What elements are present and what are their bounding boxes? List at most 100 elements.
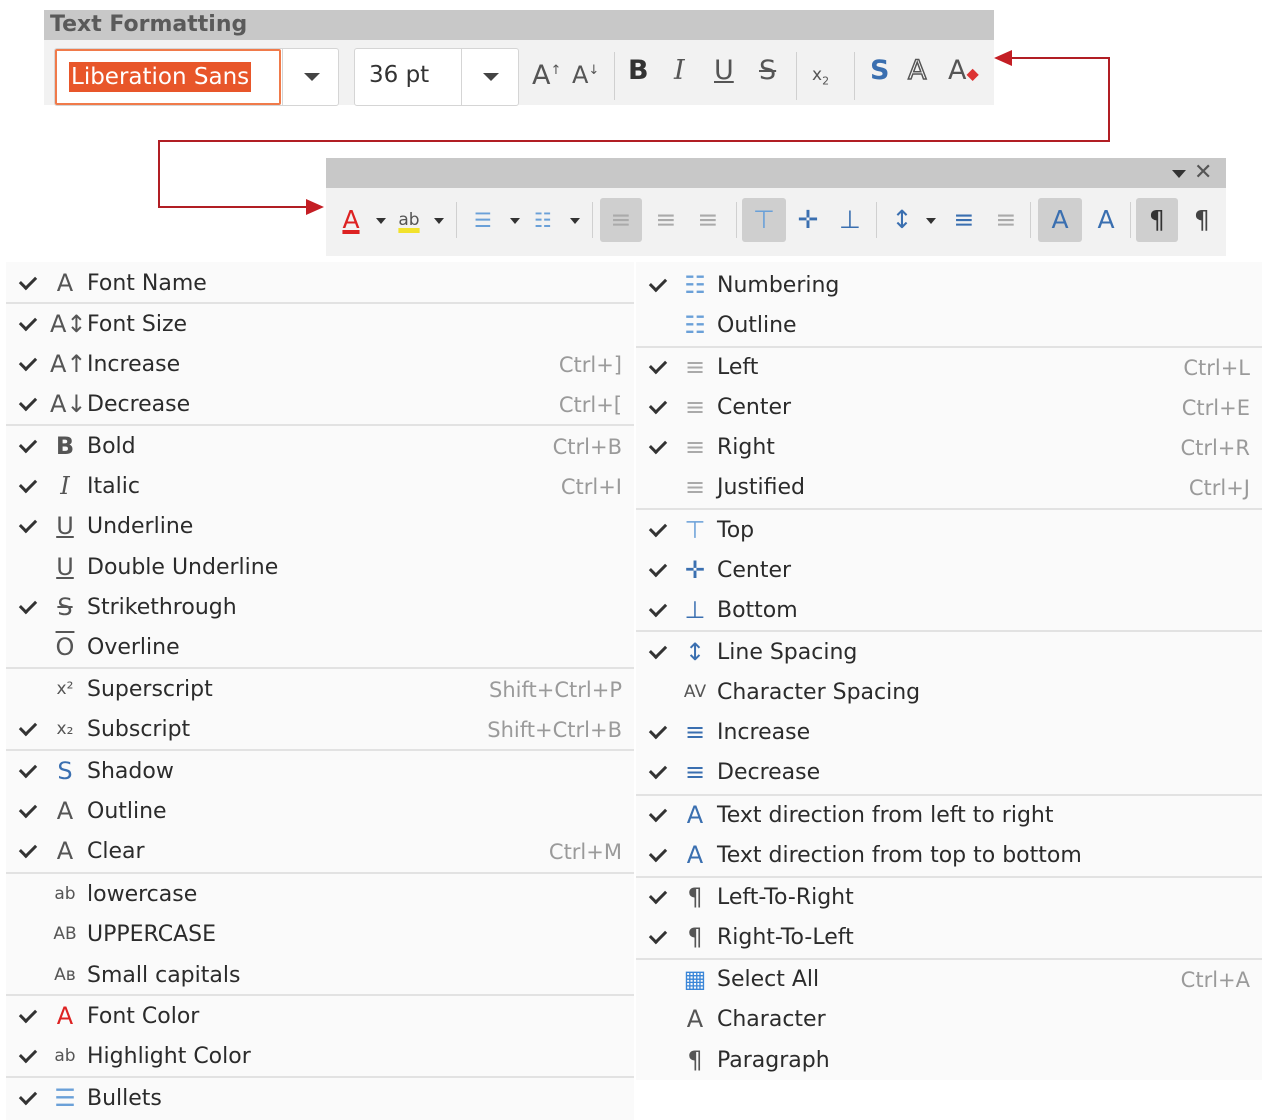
chevron-down-icon[interactable] [434,218,444,224]
menu-item-double-underline[interactable]: U Double Underline [6,548,634,588]
align-bottom-icon[interactable]: ⊥ [830,198,870,242]
menu-item-label: Character [717,1007,826,1032]
v-center-icon: ✛ [684,556,706,584]
bold-icon[interactable]: B [628,56,649,86]
menu-item-increase[interactable]: A↑ Increase Ctrl+] [6,345,634,385]
bold-icon: B [55,432,75,460]
menu-item-shortcut: Ctrl+B [552,435,622,459]
menu-item-subscript[interactable]: x₂ Subscript Shift+Ctrl+B [6,710,634,750]
align-left-icon[interactable]: ≡ [600,198,642,242]
checkmark-icon [648,885,670,907]
menu-item-left[interactable]: ≡ Left Ctrl+L [636,348,1262,388]
close-icon[interactable]: ✕ [1194,158,1212,188]
font-color-icon[interactable]: A [334,198,368,242]
menu-item-shadow[interactable]: S Shadow [6,752,634,792]
menu-item-label: Italic [87,474,140,499]
align-right-icon[interactable]: ≡ [688,198,728,242]
menu-item-shortcut: Ctrl+M [548,840,622,864]
menu-item-top[interactable]: ⊤ Top [636,511,1262,551]
align-top-icon[interactable]: ⊤ [742,198,786,242]
align-center-icon[interactable]: ≡ [646,198,686,242]
increase-paragraph-spacing-icon[interactable]: ≡ [944,198,984,242]
menu-item-right-to-left[interactable]: ¶ Right-To-Left [636,918,1262,958]
menu-item-text-ttb[interactable]: A Text direction from top to bottom [636,836,1262,876]
decrease-font-icon[interactable]: A↓ [572,56,599,90]
menu-item-label: Font Color [87,1004,200,1029]
increase-font-icon[interactable]: A↑ [532,56,561,91]
font-name-combobox[interactable]: Liberation Sans [54,48,339,106]
menu-item-small-capitals[interactable]: Aв Small capitals [6,956,634,996]
menu-item-font-color[interactable]: A Font Color [6,997,634,1037]
font-size-combobox[interactable]: 36 pt [354,48,519,106]
checkmark-icon [648,518,670,540]
menu-item-superscript[interactable]: x² Superscript Shift+Ctrl+P [6,670,634,710]
menu-item-label: Top [717,518,755,543]
menu-item-label: Overline [87,635,180,660]
menu-item-lowercase[interactable]: ab lowercase [6,875,634,915]
strikethrough-icon[interactable]: S [759,56,776,86]
font-name-dropdown-button[interactable] [282,49,339,105]
menu-item-font-size[interactable]: A↕ Font Size [6,305,634,345]
menu-item-spacing-increase[interactable]: ≡ Increase [636,713,1262,753]
menu-item-bold[interactable]: B Bold Ctrl+B [6,427,634,467]
font-size-value[interactable]: 36 pt [369,62,429,88]
line-spacing-icon[interactable]: ↕ [882,198,922,242]
menu-item-character-spacing[interactable]: AV Character Spacing [636,673,1262,713]
underline-icon: U [56,512,74,540]
align-middle-icon[interactable]: ✛ [788,198,828,242]
clear-formatting-icon[interactable]: A◆ [948,56,979,89]
checkmark-icon [18,1044,40,1066]
menu-item-line-spacing[interactable]: ↕ Line Spacing [636,633,1262,673]
menu-item-italic[interactable]: I Italic Ctrl+I [6,467,634,507]
left-to-right-icon[interactable]: ¶ [1136,198,1178,242]
menu-item-justified[interactable]: ≡ Justified Ctrl+J [636,468,1262,508]
menu-item-overline[interactable]: O Overline [6,628,634,668]
chevron-down-icon[interactable] [570,218,580,224]
menu-item-left-to-right[interactable]: ¶ Left-To-Right [636,878,1262,918]
menu-item-character[interactable]: A Character [636,1000,1262,1040]
menu-item-underline[interactable]: U Underline [6,507,634,547]
menu-item-highlight-color[interactable]: ab Highlight Color [6,1037,634,1077]
menu-item-paragraph[interactable]: ¶ Paragraph [636,1041,1262,1081]
highlight-color-icon[interactable]: ab [392,198,426,242]
menu-item-center[interactable]: ≡ Center Ctrl+E [636,388,1262,428]
menu-item-clear[interactable]: A Clear Ctrl+M [6,832,634,872]
right-to-left-icon[interactable]: ¶ [1182,198,1222,242]
bullets-icon[interactable]: ☰ [466,198,500,242]
menu-item-select-all[interactable]: ▦ Select All Ctrl+A [636,960,1262,1000]
checkmark-icon [18,759,40,781]
menu-item-label: Highlight Color [87,1044,251,1069]
decrease-paragraph-spacing-icon[interactable]: ≡ [986,198,1026,242]
toolbar-options-icon[interactable] [1172,170,1186,178]
shadow-icon[interactable]: S [870,56,889,86]
menu-item-spacing-decrease[interactable]: ≡ Decrease [636,753,1262,793]
chevron-down-icon[interactable] [926,218,936,224]
menu-item-strikethrough[interactable]: S Strikethrough [6,588,634,628]
menu-item-right[interactable]: ≡ Right Ctrl+R [636,428,1262,468]
numbering-icon[interactable]: ☷ [526,198,560,242]
subscript-icon[interactable]: x2 [812,60,829,96]
font-name-input[interactable]: Liberation Sans [55,49,281,105]
menu-item-numbering[interactable]: ☷ Numbering [636,266,1262,306]
menu-item-outline[interactable]: A Outline [6,792,634,832]
menu-item-text-ltr[interactable]: A Text direction from left to right [636,796,1262,836]
menu-item-outline-list[interactable]: ☷ Outline [636,306,1262,346]
menu-item-decrease[interactable]: A↓ Decrease Ctrl+[ [6,385,634,425]
menu-item-bottom[interactable]: ⊥ Bottom [636,591,1262,631]
chevron-down-icon[interactable] [510,218,520,224]
text-direction-ttb-icon[interactable]: A [1086,198,1126,242]
underline-icon[interactable]: U [714,56,734,86]
menu-item-v-center[interactable]: ✛ Center [636,551,1262,591]
checkmark-icon [18,595,40,617]
font-name-value[interactable]: Liberation Sans [69,62,252,92]
chevron-down-icon[interactable] [376,218,386,224]
menu-item-bullets[interactable]: ☰ Bullets [6,1079,634,1119]
outline-icon[interactable]: A [907,55,927,87]
text-direction-ltr-icon[interactable]: A [1038,198,1082,242]
checkmark-icon [648,720,670,742]
menu-item-font-name[interactable]: A Font Name [6,264,634,304]
menu-item-uppercase[interactable]: AB UPPERCASE [6,915,634,955]
text-ltr-icon: A [686,801,704,829]
font-size-dropdown-button[interactable] [461,49,518,105]
italic-icon[interactable]: I [674,56,685,86]
